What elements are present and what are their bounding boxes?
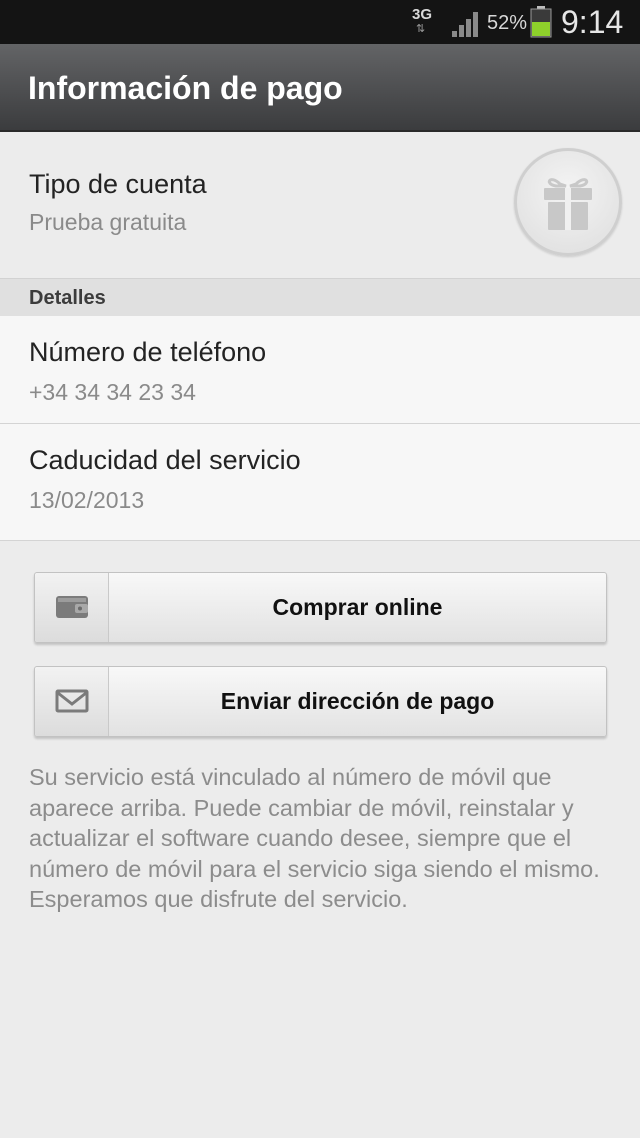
signal-icon [451,10,483,43]
service-info-text: Su servicio está vinculado al número de … [29,764,600,912]
account-type-row: Tipo de cuenta Prueba gratuita [0,132,640,278]
status-bar: 3G ⇅ 52% 9:14 [0,0,640,44]
send-payment-address-label: Enviar dirección de pago [220,688,495,714]
phone-number-row[interactable]: Número de teléfono +34 34 34 23 34 [0,316,640,424]
account-type-value: Prueba gratuita [29,209,187,235]
gift-icon [514,148,622,256]
service-expiry-row[interactable]: Caducidad del servicio 13/02/2013 [0,424,640,541]
page-title: Información de pago [28,70,343,106]
section-header-details: Detalles [0,278,640,317]
account-type-label: Tipo de cuenta [29,169,207,199]
send-payment-address-button[interactable]: Enviar dirección de pago [34,666,607,737]
buy-online-label: Comprar online [272,594,443,620]
phone-number-value: +34 34 34 23 34 [29,379,196,405]
phone-number-label: Número de teléfono [29,337,267,367]
buy-online-button[interactable]: Comprar online [34,572,607,643]
section-header-label: Detalles [29,287,106,309]
data-activity-icon: ⇅ [416,23,426,35]
network-type: 3G [412,6,433,23]
wallet-icon [35,573,109,642]
envelope-icon [35,667,109,736]
action-bar: Información de pago [0,44,640,132]
service-expiry-label: Caducidad del servicio [29,445,301,475]
battery-percent: 52% [487,12,528,34]
battery-icon [530,6,552,43]
clock: 9:14 [561,4,624,40]
service-expiry-value: 13/02/2013 [29,487,145,513]
